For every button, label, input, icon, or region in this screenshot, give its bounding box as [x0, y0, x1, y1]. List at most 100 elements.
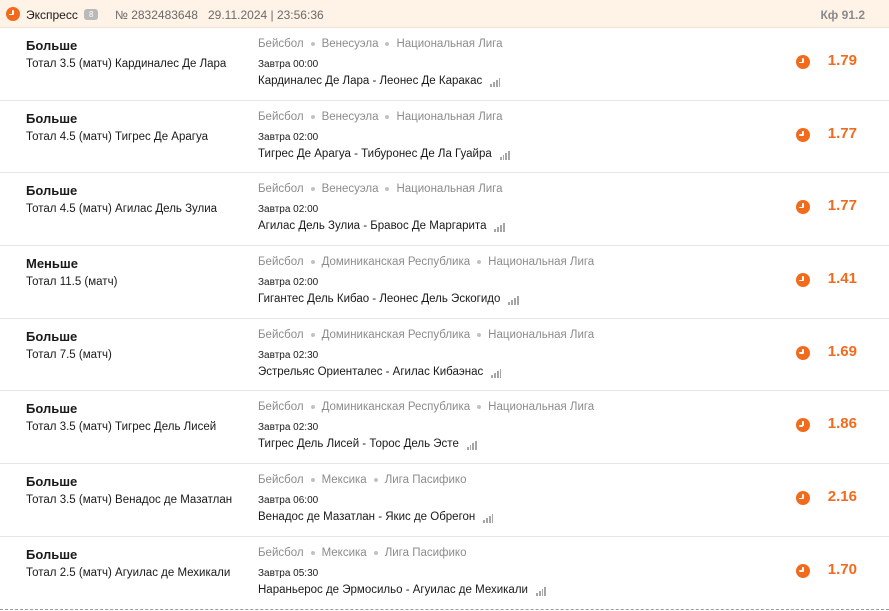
separator-dot [310, 478, 315, 483]
sport-label: Бейсбол [258, 256, 304, 269]
separator-dot [477, 260, 482, 265]
event-time: Завтра 02:00 [258, 277, 319, 289]
bet-market: Тотал 2.5 (матч) Агуилас де Мехикали [26, 566, 231, 579]
pending-clock-icon [796, 345, 810, 360]
event-time: Завтра 05:30 [258, 567, 319, 579]
bet-type: Больше [26, 183, 78, 199]
country-label: Венесуэла [321, 110, 379, 123]
match-line: Нараньерос де Эрмосильо - Агуилас де Мех… [258, 584, 547, 596]
statistics-icon[interactable] [494, 222, 505, 233]
match-line: Эстрельяс Ориенталес - Агилас Кибаэнас [258, 366, 502, 378]
sport-label: Бейсбол [258, 328, 304, 341]
country-label: Доминиканская Республика [321, 256, 471, 269]
bet-list: Больше Тотал 3.5 (матч) Кардиналес Де Ла… [0, 28, 889, 610]
breadcrumb: Бейсбол Доминиканская Республика Национа… [258, 401, 594, 413]
statistics-icon[interactable] [490, 77, 501, 87]
coupon-datetime: 29.11.2024 | 23:56:36 [208, 8, 324, 22]
match-name[interactable]: Агилас Дель Зулиа - Бравос Де Маргарита [258, 220, 486, 232]
bet-row[interactable]: Больше Тотал 2.5 (матч) Агуилас де Мехик… [0, 537, 889, 610]
pending-clock-icon [796, 127, 810, 142]
sport-label: Бейсбол [258, 183, 304, 196]
match-line: Тигрес Де Арагуа - Тибуронес Де Ла Гуайр… [258, 148, 510, 160]
bet-market: Тотал 4.5 (матч) Агилас Дель Зулиа [26, 203, 218, 216]
match-line: Венадос де Мазатлан - Якис де Обрегон [258, 511, 494, 524]
statistics-icon[interactable] [491, 368, 502, 378]
coupon-title: Экспресс [26, 8, 78, 22]
separator-dot [373, 478, 378, 483]
breadcrumb: Бейсбол Венесуэла Национальная Лига [258, 111, 503, 123]
bet-market: Тотал 4.5 (матч) Тигрес Де Арагуа [26, 130, 208, 143]
statistics-icon[interactable] [508, 295, 519, 306]
separator-dot [373, 550, 378, 555]
match-name[interactable]: Венадос де Мазатлан - Якис де Обрегон [258, 511, 475, 523]
coupon-number: № 2832483648 [115, 8, 198, 22]
odd-value: 1.69 [827, 342, 857, 360]
country-label: Доминиканская Республика [321, 328, 471, 341]
match-name[interactable]: Эстрельяс Ориенталес - Агилас Кибаэнас [258, 366, 483, 378]
match-line: Гигантес Дель Кибао - Леонес Дель Эскоги… [258, 293, 519, 306]
bet-row[interactable]: Больше Тотал 3.5 (матч) Тигрес Дель Лисе… [0, 391, 889, 465]
bet-row[interactable]: Больше Тотал 7.5 (матч) Бейсбол Доминика… [0, 319, 889, 392]
statistics-icon[interactable] [466, 440, 478, 451]
statistics-icon[interactable] [499, 150, 510, 160]
league-label: Национальная Лига [396, 110, 503, 123]
country-label: Венесуэла [321, 38, 379, 50]
match-name[interactable]: Кардиналес Де Лара - Леонес Де Каракас [258, 75, 482, 87]
coupon-header[interactable]: Экспресс 8 № 2832483648 29.11.2024 | 23:… [0, 0, 889, 28]
bet-row[interactable]: Больше Тотал 4.5 (матч) Тигрес Де Арагуа… [0, 101, 889, 174]
bet-row[interactable]: Больше Тотал 3.5 (матч) Венадос де Мазат… [0, 464, 889, 537]
odd-value: 1.41 [827, 270, 857, 288]
match-name[interactable]: Тигрес Дель Лисей - Торос Дель Эсте [258, 438, 459, 450]
breadcrumb: Бейсбол Венесуэла Национальная Лига [258, 38, 503, 50]
country-label: Венесуэла [321, 183, 379, 196]
country-label: Мексика [321, 546, 367, 559]
total-odds: Кф 91.2 [820, 8, 865, 22]
odd-value: 1.86 [827, 415, 857, 433]
odd-value: 2.16 [827, 488, 857, 506]
match-line: Агилас Дель Зулиа - Бравос Де Маргарита [258, 220, 505, 233]
separator-dot [310, 187, 315, 192]
event-time: Завтра 06:00 [258, 495, 319, 507]
separator-dot [310, 42, 315, 46]
bet-row[interactable]: Больше Тотал 3.5 (матч) Кардиналес Де Ла… [0, 28, 889, 101]
match-name[interactable]: Гигантес Дель Кибао - Леонес Дель Эскоги… [258, 293, 500, 305]
match-name[interactable]: Нараньерос де Эрмосильо - Агуилас де Мех… [258, 584, 528, 596]
bet-type: Больше [26, 328, 78, 344]
sport-label: Бейсбол [258, 474, 304, 487]
event-time: Завтра 02:30 [258, 349, 319, 361]
statistics-icon[interactable] [483, 513, 494, 524]
bet-row[interactable]: Меньше Тотал 11.5 (матч) Бейсбол Доминик… [0, 246, 889, 319]
bet-row[interactable]: Больше Тотал 4.5 (матч) Агилас Дель Зули… [0, 173, 889, 247]
country-label: Мексика [321, 474, 367, 487]
odd-value: 1.77 [827, 197, 857, 215]
pending-clock-icon [796, 491, 810, 506]
league-label: Национальная Лига [488, 256, 595, 269]
event-time: Завтра 02:00 [258, 204, 319, 216]
pending-clock-icon [796, 55, 810, 69]
separator-dot [310, 114, 315, 119]
bet-type: Больше [26, 110, 78, 126]
event-time: Завтра 02:00 [258, 131, 319, 143]
pending-clock-icon [796, 563, 810, 578]
bet-type: Больше [26, 546, 78, 562]
breadcrumb: Бейсбол Доминиканская Республика Национа… [258, 256, 594, 268]
match-name[interactable]: Тигрес Де Арагуа - Тибуронес Де Ла Гуайр… [258, 148, 492, 160]
bet-type: Больше [26, 38, 78, 53]
pending-clock-icon [796, 200, 810, 215]
sport-label: Бейсбол [258, 401, 304, 414]
bet-market: Тотал 3.5 (матч) Венадос де Мазатлан [26, 494, 233, 507]
separator-dot [310, 332, 315, 337]
event-time: Завтра 00:00 [258, 59, 319, 70]
bet-type: Больше [26, 401, 78, 417]
league-label: Национальная Лига [396, 38, 503, 50]
pending-clock-icon [796, 418, 810, 433]
odd-value: 1.70 [827, 560, 857, 578]
league-label: Национальная Лига [396, 183, 503, 196]
event-time: Завтра 02:30 [258, 422, 319, 434]
bet-type: Меньше [26, 256, 78, 272]
separator-dot [477, 332, 482, 337]
statistics-icon[interactable] [535, 586, 547, 596]
bet-market: Тотал 7.5 (матч) [26, 348, 112, 361]
separator-dot [477, 405, 482, 410]
separator-dot [385, 187, 390, 192]
